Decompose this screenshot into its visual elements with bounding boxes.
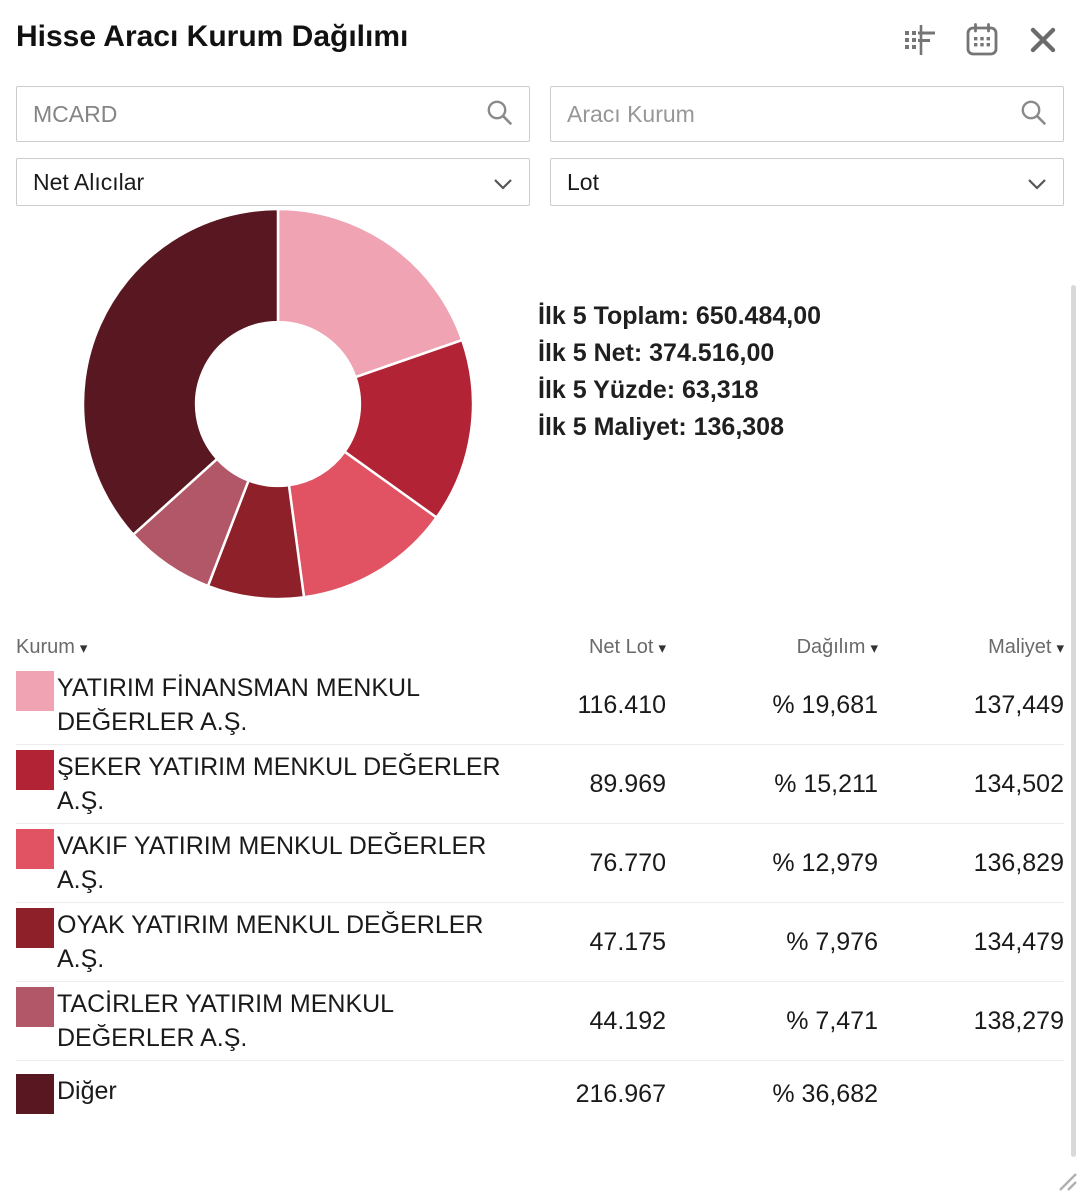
symbol-search-box	[16, 86, 530, 142]
top5-summary: İlk 5 Toplam: 650.484,00 İlk 5 Net: 374.…	[538, 298, 821, 446]
column-header-maliyet[interactable]: Maliyet ▾	[878, 636, 1064, 659]
sort-caret-icon: ▾	[870, 639, 878, 657]
cell-maliyet: 138,279	[973, 1006, 1064, 1035]
sort-caret-icon: ▾	[1056, 639, 1064, 657]
unit-select-value: Lot	[567, 168, 599, 195]
calendar-icon[interactable]	[964, 22, 1000, 58]
column-header-kurum[interactable]: Kurum ▾	[16, 636, 506, 659]
legend-swatch	[16, 671, 54, 711]
filter-controls: Net Alıcılar Lot	[16, 86, 1064, 206]
summary-line: İlk 5 Net: 374.516,00	[538, 339, 775, 367]
cell-maliyet: 137,449	[973, 690, 1064, 719]
cell-kurum: VAKIF YATIRIM MENKUL DEĞERLER A.Ş.	[16, 829, 506, 897]
summary-line: İlk 5 Toplam: 650.484,00	[538, 302, 822, 330]
legend-swatch	[16, 987, 54, 1027]
search-icon	[485, 98, 513, 131]
cell-net-lot: 47.175	[589, 927, 666, 956]
table-row[interactable]: YATIRIM FİNANSMAN MENKUL DEĞERLER A.Ş. 11…	[16, 666, 1064, 745]
cell-dagilim: % 19,681	[772, 690, 878, 719]
cell-net-lot: 76.770	[589, 848, 666, 877]
cell-net-lot: 116.410	[577, 690, 666, 719]
broker-table: Kurum ▾ Net Lot ▾ Dağılım ▾ Maliyet ▾ YATIRI…	[16, 632, 1064, 1127]
cell-maliyet: 134,502	[973, 769, 1064, 798]
table-body: YATIRIM FİNANSMAN MENKUL DEĞERLER A.Ş. 11…	[16, 666, 1064, 1127]
table-row[interactable]: Diğer 216.967 % 36,682	[16, 1061, 1064, 1127]
table-row[interactable]: VAKIF YATIRIM MENKUL DEĞERLER A.Ş. 76.770…	[16, 824, 1064, 903]
cell-kurum: YATIRIM FİNANSMAN MENKUL DEĞERLER A.Ş.	[16, 671, 506, 739]
sort-caret-icon: ▾	[658, 639, 666, 657]
broker-search-box	[550, 86, 1064, 142]
cell-kurum: OYAK YATIRIM MENKUL DEĞERLER A.Ş.	[16, 908, 506, 976]
summary-line: İlk 5 Maliyet: 136,308	[538, 413, 784, 441]
cell-maliyet: 136,829	[973, 848, 1064, 877]
symbol-search-input[interactable]	[33, 100, 485, 128]
cell-net-lot: 89.969	[589, 769, 666, 798]
table-row[interactable]: OYAK YATIRIM MENKUL DEĞERLER A.Ş. 47.175%…	[16, 903, 1064, 982]
cell-kurum: ŞEKER YATIRIM MENKUL DEĞERLER A.Ş.	[16, 750, 506, 818]
side-select[interactable]: Net Alıcılar	[16, 158, 530, 206]
chevron-down-icon	[493, 169, 513, 196]
column-header-dagilim[interactable]: Dağılım ▾	[666, 636, 878, 659]
legend-swatch	[16, 829, 54, 869]
cell-dagilim: % 15,211	[774, 769, 878, 798]
panel-toolbar	[902, 22, 1058, 58]
broker-search-input[interactable]	[567, 100, 1019, 128]
cell-net-lot: 216.967	[575, 1079, 666, 1108]
broker-distribution-panel: Hisse Aracı Kurum Dağılımı MCARD Aracı K…	[0, 0, 1080, 1194]
side-select-value: Net Alıcılar	[33, 168, 145, 195]
cell-dagilim: % 7,471	[786, 1006, 878, 1035]
chevron-down-icon	[1027, 169, 1047, 196]
vertical-scrollbar[interactable]	[1071, 285, 1076, 1157]
legend-swatch	[16, 750, 54, 790]
sort-caret-icon: ▾	[79, 639, 88, 657]
cell-maliyet: 134,479	[973, 927, 1064, 956]
broker-donut-chart	[81, 207, 475, 601]
cell-kurum: TACİRLER YATIRIM MENKUL DEĞERLER A.Ş.	[16, 987, 506, 1055]
cell-dagilim: % 36,682	[772, 1079, 878, 1108]
legend-swatch	[16, 908, 54, 948]
summary-line: İlk 5 Yüzde: 63,318	[538, 376, 759, 404]
cell-dagilim: % 7,976	[786, 927, 878, 956]
search-icon	[1019, 98, 1047, 131]
cell-kurum: Diğer	[16, 1074, 506, 1114]
table-row[interactable]: TACİRLER YATIRIM MENKUL DEĞERLER A.Ş. 44.…	[16, 982, 1064, 1061]
table-row[interactable]: ŞEKER YATIRIM MENKUL DEĞERLER A.Ş. 89.969…	[16, 745, 1064, 824]
chart-section: İlk 5 Toplam: 650.484,00 İlk 5 Net: 374.…	[16, 206, 1064, 604]
cell-dagilim: % 12,979	[772, 848, 878, 877]
indicator-settings-icon[interactable]	[902, 22, 936, 58]
cell-net-lot: 44.192	[589, 1006, 666, 1035]
close-icon[interactable]	[1028, 25, 1058, 55]
resize-handle-icon[interactable]	[1052, 1166, 1078, 1192]
table-header: Kurum ▾ Net Lot ▾ Dağılım ▾ Maliyet ▾	[16, 632, 1064, 662]
column-header-netlot[interactable]: Net Lot ▾	[506, 636, 666, 659]
legend-swatch	[16, 1074, 54, 1114]
unit-select[interactable]: Lot	[550, 158, 1064, 206]
